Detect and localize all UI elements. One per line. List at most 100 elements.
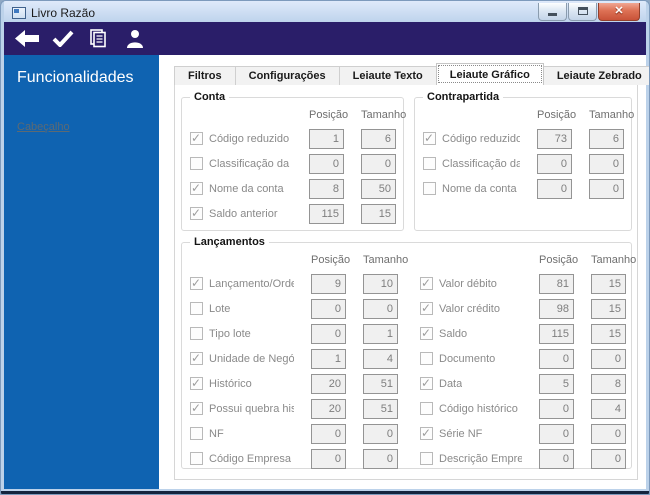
field-row-lote: Lote (182, 296, 405, 321)
confirm-button[interactable] (48, 25, 78, 53)
saldo-anterior-position-input[interactable] (309, 203, 344, 224)
classificacao-da-conta-position-input[interactable] (309, 153, 344, 174)
serie-nf-checkbox[interactable] (420, 426, 433, 440)
codigo-reduzido-checkbox[interactable] (190, 131, 203, 145)
position-column-header: Posição (537, 109, 577, 121)
saldo-size-input[interactable] (591, 323, 626, 344)
descricao-empresa-size-input[interactable] (591, 448, 626, 469)
data-size-input[interactable] (591, 373, 626, 394)
arrow-left-icon (15, 30, 39, 47)
codigo-reduzido-size-input[interactable] (361, 128, 396, 149)
sidebar-link-cabecalho[interactable]: Cabeçalho (17, 121, 70, 133)
maximize-button[interactable] (568, 2, 597, 21)
nome-da-conta-checkbox[interactable] (190, 181, 203, 195)
possui-quebra-historico-checkbox[interactable] (190, 401, 203, 415)
column-headers: Posição Tamanho (415, 108, 634, 122)
descricao-empresa-position-input[interactable] (539, 448, 574, 469)
codigo-reduzido-position-input[interactable] (537, 128, 572, 149)
classificacao-da-conta-size-input[interactable] (589, 153, 624, 174)
nf-position-input[interactable] (311, 423, 346, 444)
lote-checkbox[interactable] (190, 302, 203, 315)
app-window: Livro Razão ✕ Funcionalidades Cabeçalho … (0, 0, 650, 495)
saldo-anterior-size-input[interactable] (361, 203, 396, 224)
lancamento-ordem-position-input[interactable] (311, 273, 346, 294)
group-conta: Conta Posição Tamanho Código reduzido Cla… (181, 90, 406, 231)
valor-credito-position-input[interactable] (539, 298, 574, 319)
nome-da-conta-size-input[interactable] (589, 178, 624, 199)
back-button[interactable] (12, 25, 42, 53)
checkbox-label: Data (439, 377, 463, 390)
descricao-empresa-checkbox[interactable] (420, 452, 433, 465)
tipo-lote-position-input[interactable] (311, 323, 346, 344)
tab-filtros[interactable]: Filtros (174, 66, 236, 85)
classificacao-da-conta-checkbox[interactable] (190, 157, 203, 170)
user-button[interactable] (120, 25, 150, 53)
codigo-historico-checkbox[interactable] (420, 402, 433, 415)
minimize-button[interactable] (538, 2, 567, 21)
saldo-checkbox[interactable] (420, 326, 433, 340)
app-icon (12, 6, 26, 19)
data-checkbox[interactable] (420, 376, 433, 390)
tab-leiaute-zebrado[interactable]: Leiaute Zebrado (542, 66, 649, 85)
group-title: Conta (190, 90, 230, 104)
unidade-de-negocio-size-input[interactable] (363, 348, 398, 369)
codigo-reduzido-size-input[interactable] (589, 128, 624, 149)
tab-leiaute-grafico[interactable]: Leiaute Gráfico (435, 63, 544, 85)
data-position-input[interactable] (539, 373, 574, 394)
unidade-de-negocio-position-input[interactable] (311, 348, 346, 369)
historico-position-input[interactable] (311, 373, 346, 394)
nome-da-conta-position-input[interactable] (537, 178, 572, 199)
codigo-historico-size-input[interactable] (591, 398, 626, 419)
lancamento-ordem-checkbox[interactable] (190, 276, 203, 290)
copy-button[interactable] (84, 25, 114, 53)
codigo-reduzido-position-input[interactable] (309, 128, 344, 149)
close-button[interactable]: ✕ (598, 2, 640, 21)
historico-checkbox[interactable] (190, 376, 203, 390)
valor-debito-size-input[interactable] (591, 273, 626, 294)
serie-nf-size-input[interactable] (591, 423, 626, 444)
position-column-header: Posição (539, 254, 579, 266)
saldo-position-input[interactable] (539, 323, 574, 344)
tipo-lote-size-input[interactable] (363, 323, 398, 344)
saldo-anterior-checkbox[interactable] (190, 206, 203, 220)
codigo-empresa-position-input[interactable] (311, 448, 346, 469)
checkbox-label: Código reduzido (442, 132, 520, 145)
valor-debito-checkbox[interactable] (420, 276, 433, 290)
nf-size-input[interactable] (363, 423, 398, 444)
checkbox-field: Lote (190, 302, 294, 315)
field-row-codigo-reduzido: Código reduzido (415, 126, 631, 151)
checkbox-label: Série NF (439, 427, 483, 440)
possui-quebra-historico-size-input[interactable] (363, 398, 398, 419)
tab-leiaute-texto[interactable]: Leiaute Texto (338, 66, 437, 85)
tipo-lote-checkbox[interactable] (190, 327, 203, 340)
unidade-de-negocio-checkbox[interactable] (190, 351, 203, 365)
codigo-historico-position-input[interactable] (539, 398, 574, 419)
valor-credito-checkbox[interactable] (420, 301, 433, 315)
historico-size-input[interactable] (363, 373, 398, 394)
valor-debito-position-input[interactable] (539, 273, 574, 294)
possui-quebra-historico-position-input[interactable] (311, 398, 346, 419)
documento-size-input[interactable] (591, 348, 626, 369)
valor-credito-size-input[interactable] (591, 298, 626, 319)
classificacao-da-conta-size-input[interactable] (361, 153, 396, 174)
tab-configuracoes[interactable]: Configurações (234, 66, 340, 85)
field-row-descricao-empresa: Descrição Empresa (412, 446, 633, 471)
documento-checkbox[interactable] (420, 352, 433, 365)
classificacao-da-conta-position-input[interactable] (537, 153, 572, 174)
codigo-reduzido-checkbox[interactable] (423, 131, 436, 145)
nome-da-conta-checkbox[interactable] (423, 182, 436, 195)
nome-da-conta-position-input[interactable] (309, 178, 344, 199)
serie-nf-position-input[interactable] (539, 423, 574, 444)
lote-size-input[interactable] (363, 298, 398, 319)
field-row-tipo-lote: Tipo lote (182, 321, 405, 346)
field-row-nome-da-conta: Nome da conta (182, 176, 403, 201)
documento-position-input[interactable] (539, 348, 574, 369)
codigo-empresa-checkbox[interactable] (190, 452, 203, 465)
nf-checkbox[interactable] (190, 427, 203, 440)
lancamento-ordem-size-input[interactable] (363, 273, 398, 294)
lote-position-input[interactable] (311, 298, 346, 319)
codigo-empresa-size-input[interactable] (363, 448, 398, 469)
classificacao-da-conta-checkbox[interactable] (423, 157, 436, 170)
field-row-saldo: Saldo (412, 321, 633, 346)
nome-da-conta-size-input[interactable] (361, 178, 396, 199)
